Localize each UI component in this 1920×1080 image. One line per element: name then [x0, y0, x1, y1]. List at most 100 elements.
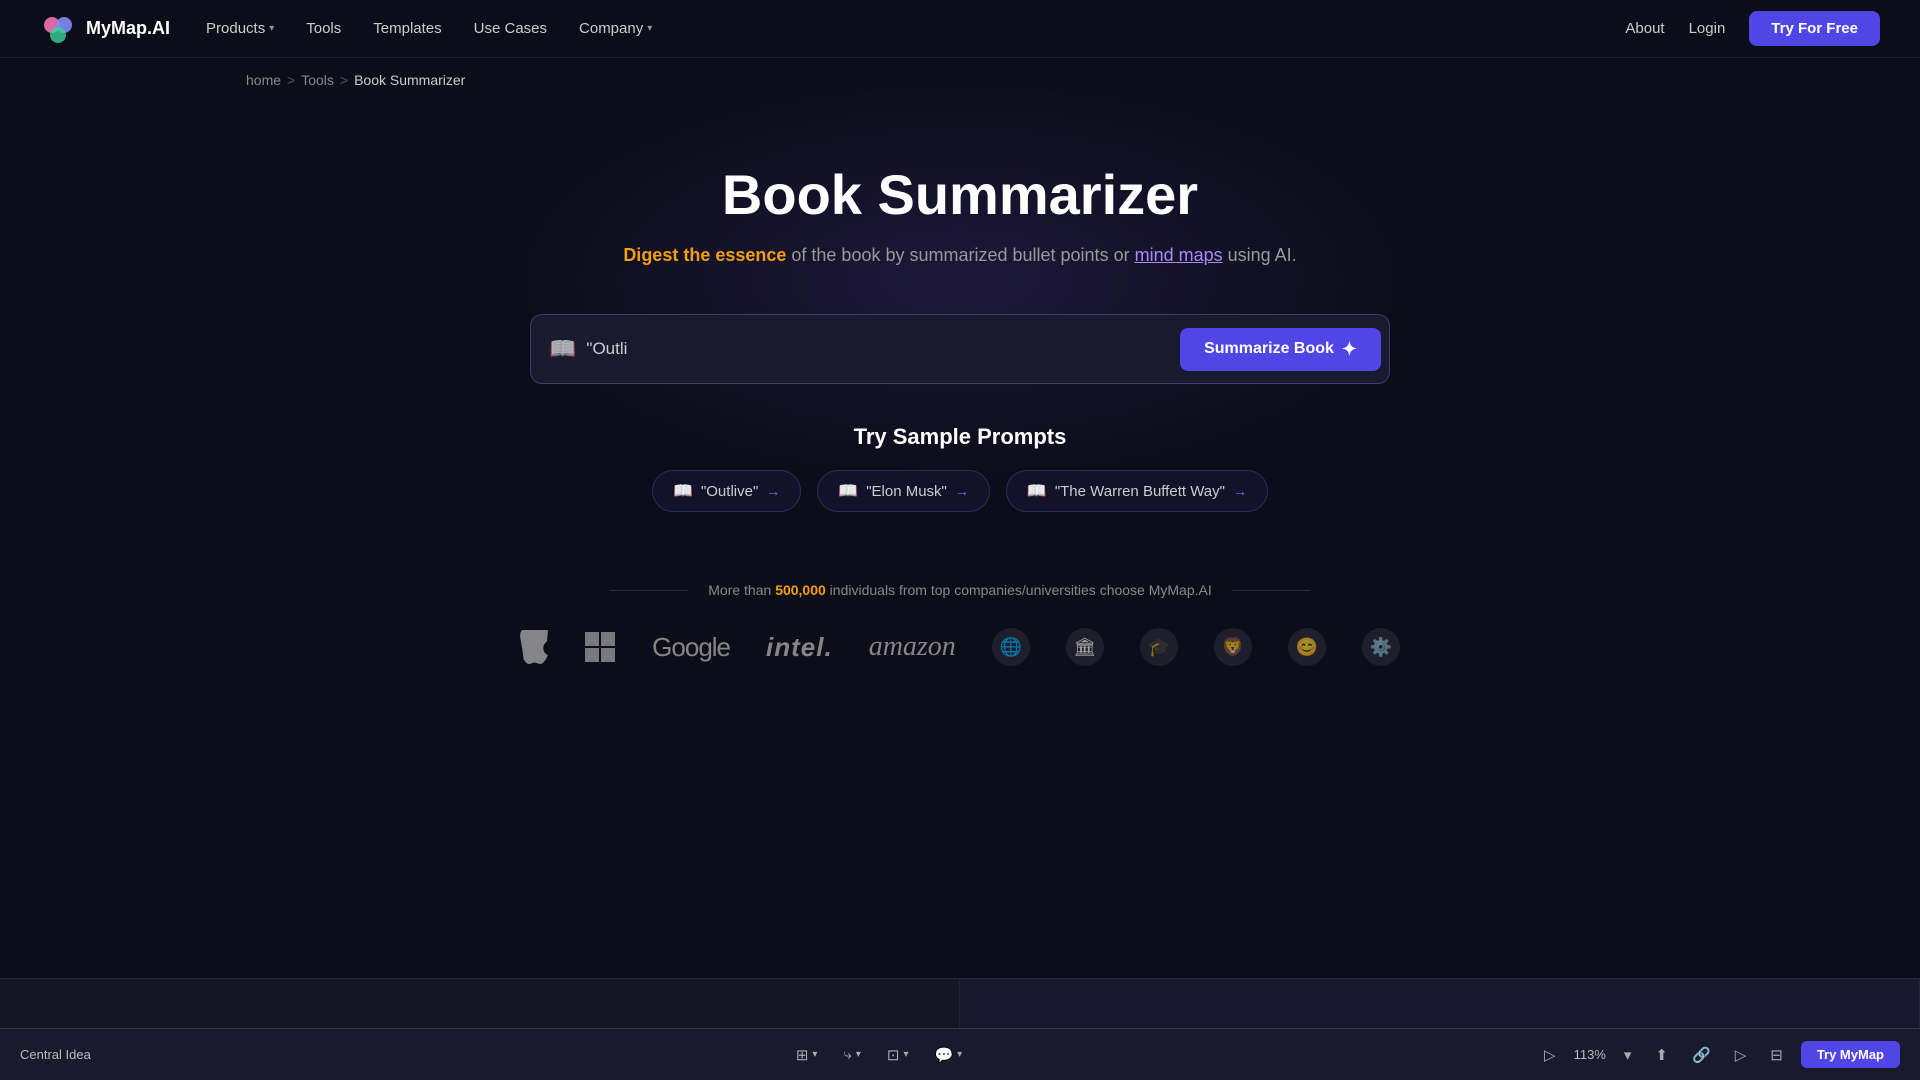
breadcrumb-current: Book Summarizer	[354, 72, 465, 88]
social-proof-number: 500,000	[775, 582, 826, 598]
nav-about[interactable]: About	[1625, 20, 1664, 37]
connector-icon: ⤷	[843, 1046, 851, 1063]
toolbar-chevron-4: ▾	[957, 1049, 962, 1060]
bottom-toolbar: Central Idea ⊞ ▾ ⤷ ▾ ⊡ ▾ 💬 ▾ ▷ 113% ▾ ⬆	[0, 1028, 1920, 1080]
toolbar-connector-button[interactable]: ⤷ ▾	[837, 1042, 866, 1067]
breadcrumb-sep1: >	[287, 72, 295, 88]
sample-chips-row: 📖 "Outlive" → 📖 "Elon Musk" → 📖 "The War…	[652, 470, 1268, 512]
amazon-logo: amazon	[869, 631, 956, 663]
summarize-button[interactable]: Summarize Book ✦	[1180, 328, 1381, 371]
summarize-label: Summarize Book	[1204, 340, 1334, 358]
breadcrumb-home[interactable]: home	[246, 72, 281, 88]
products-chevron-icon: ▾	[269, 23, 274, 34]
chip-book-icon-2: 📖	[1027, 481, 1047, 501]
google-logo: Google	[652, 632, 730, 663]
export-icon: ⬆	[1655, 1046, 1668, 1064]
company-logo-9: 🦁	[1214, 628, 1252, 666]
sample-chip-outlive[interactable]: 📖 "Outlive" →	[652, 470, 801, 512]
try-free-button[interactable]: Try For Free	[1749, 11, 1880, 46]
company-logo-6: 🌐	[992, 628, 1030, 666]
sample-chip-warren[interactable]: 📖 "The Warren Buffett Way" →	[1006, 470, 1268, 512]
logo-text: MyMap.AI	[86, 18, 170, 39]
nav-left: MyMap.AI Products ▾ Tools Templates Use …	[40, 11, 652, 47]
breadcrumb-tools[interactable]: Tools	[301, 72, 334, 88]
navbar: MyMap.AI Products ▾ Tools Templates Use …	[0, 0, 1920, 58]
try-mymap-button[interactable]: Try MyMap	[1801, 1041, 1900, 1068]
add-node-icon: ⊞	[796, 1046, 809, 1064]
main-content: Book Summarizer Digest the essence of th…	[0, 102, 1920, 706]
toolbar-central-idea: Central Idea	[20, 1047, 91, 1062]
company-logo-11: ⚙️	[1362, 628, 1400, 666]
preview-cell-left	[0, 979, 960, 1028]
search-box: 📖 Summarize Book ✦	[530, 314, 1390, 384]
divider-right	[1232, 590, 1310, 591]
sample-chip-elon[interactable]: 📖 "Elon Musk" →	[817, 470, 990, 512]
company-logo-10: 😊	[1288, 628, 1326, 666]
microsoft-logo	[584, 631, 616, 663]
toolbar-preview	[0, 978, 1920, 1028]
chip-arrow-1: →	[955, 483, 969, 499]
page-subtitle: Digest the essence of the book by summar…	[623, 245, 1296, 266]
sample-prompts-section: Try Sample Prompts 📖 "Outlive" → 📖 "Elon…	[652, 424, 1268, 512]
chip-arrow-0: →	[766, 483, 780, 499]
subtitle-mid: of the book by summarized bullet points …	[786, 245, 1134, 265]
toolbar-right: ▷ 113% ▾ ⬆ 🔗 ▷ ⊟ Try MyMap	[1538, 1041, 1900, 1068]
nav-login[interactable]: Login	[1689, 20, 1726, 37]
chip-arrow-2: →	[1233, 483, 1247, 499]
chip-label-1: "Elon Musk"	[866, 483, 947, 500]
subtitle-post: using AI.	[1223, 245, 1297, 265]
toolbar-share-button[interactable]: 🔗	[1686, 1042, 1717, 1068]
social-text-post: individuals from top companies/universit…	[826, 582, 1212, 598]
comment-icon: 💬	[934, 1046, 953, 1064]
social-proof-text: More than 500,000 individuals from top c…	[708, 582, 1212, 598]
toolbar-layout-button[interactable]: ⊡ ▾	[881, 1042, 915, 1068]
toolbar-left: Central Idea	[20, 1047, 220, 1062]
intel-logo: intel.	[766, 632, 833, 663]
company-logos-row: Google intel. amazon 🌐 🏛 🎓 🦁 😊 ⚙️	[520, 628, 1400, 666]
toolbar-center: ⊞ ▾ ⤷ ▾ ⊡ ▾ 💬 ▾	[236, 1042, 1522, 1068]
toolbar-play-button[interactable]: ▷	[1538, 1042, 1562, 1068]
nav-use-cases[interactable]: Use Cases	[474, 20, 547, 37]
chip-label-2: "The Warren Buffett Way"	[1055, 483, 1225, 500]
nav-templates[interactable]: Templates	[373, 20, 441, 37]
subtitle-highlight: Digest the essence	[623, 245, 786, 265]
layout-icon: ⊡	[887, 1046, 900, 1064]
zoom-level: 113%	[1574, 1047, 1606, 1062]
breadcrumb-sep2: >	[340, 72, 348, 88]
sample-prompts-title: Try Sample Prompts	[854, 424, 1067, 450]
social-divider-row: More than 500,000 individuals from top c…	[610, 582, 1310, 598]
divider-left	[610, 590, 688, 591]
sparkle-icon: ✦	[1342, 339, 1357, 360]
nav-links: Products ▾ Tools Templates Use Cases Com…	[206, 20, 652, 37]
toolbar-chevron-1: ▾	[812, 1049, 817, 1060]
grid-icon: ⊟	[1770, 1046, 1783, 1064]
page-title: Book Summarizer	[722, 162, 1198, 227]
nav-products[interactable]: Products ▾	[206, 20, 274, 37]
toolbar-export-button[interactable]: ⬆	[1649, 1042, 1674, 1068]
nav-tools[interactable]: Tools	[306, 20, 341, 37]
toolbar-comment-button[interactable]: 💬 ▾	[928, 1042, 968, 1068]
breadcrumb: home > Tools > Book Summarizer	[0, 58, 1920, 102]
play-icon: ▷	[1544, 1046, 1556, 1064]
social-proof-section: More than 500,000 individuals from top c…	[0, 582, 1920, 706]
chip-book-icon-0: 📖	[673, 481, 693, 501]
book-icon: 📖	[549, 336, 576, 362]
toolbar-grid-button[interactable]: ⊟	[1764, 1042, 1789, 1068]
zoom-chevron-icon: ▾	[1624, 1046, 1632, 1064]
apple-logo	[520, 630, 548, 664]
search-input[interactable]	[586, 339, 1180, 359]
nav-company[interactable]: Company ▾	[579, 20, 652, 37]
toolbar-chevron-2: ▾	[856, 1049, 861, 1060]
company-chevron-icon: ▾	[647, 23, 652, 34]
subtitle-mind-maps-link[interactable]: mind maps	[1135, 245, 1223, 265]
social-text-pre: More than	[708, 582, 775, 598]
chip-label-0: "Outlive"	[701, 483, 758, 500]
company-logo-7: 🏛	[1066, 628, 1104, 666]
toolbar-present-button[interactable]: ▷	[1729, 1042, 1753, 1068]
share-icon: 🔗	[1692, 1046, 1711, 1064]
toolbar-chevron-3: ▾	[903, 1049, 908, 1060]
logo[interactable]: MyMap.AI	[40, 11, 170, 47]
preview-cell-center	[960, 979, 1920, 1028]
toolbar-add-node-button[interactable]: ⊞ ▾	[790, 1042, 824, 1068]
toolbar-zoom-chevron[interactable]: ▾	[1618, 1042, 1638, 1068]
